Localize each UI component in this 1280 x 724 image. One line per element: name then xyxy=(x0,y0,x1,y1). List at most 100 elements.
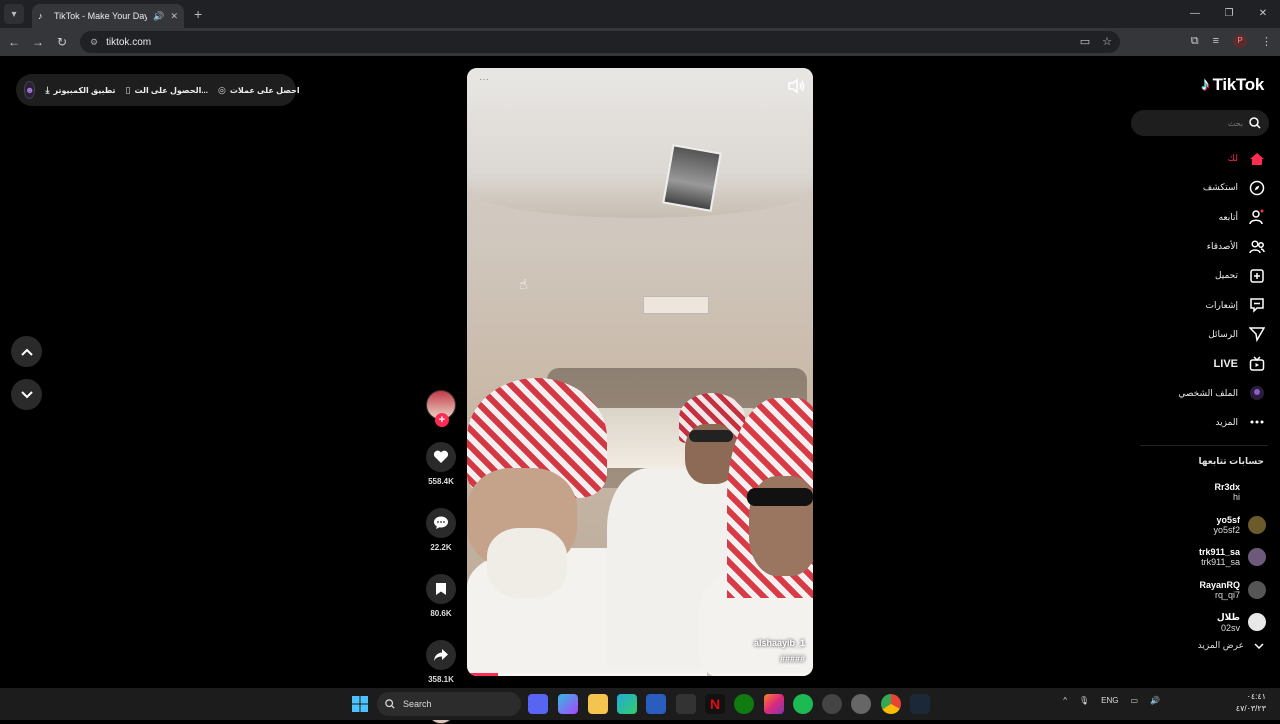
reload-button[interactable]: ↻ xyxy=(50,35,74,49)
media-controls-icon[interactable]: ≡ xyxy=(1213,35,1219,47)
restore-button[interactable]: ❐ xyxy=(1212,0,1246,28)
steam-icon[interactable] xyxy=(910,694,930,714)
video-author[interactable]: alshaayib_1 xyxy=(754,638,805,648)
forward-button[interactable]: → xyxy=(26,35,50,49)
avatar xyxy=(1248,548,1266,567)
new-tab-button[interactable]: + xyxy=(194,6,202,22)
system-tray: ^ 🎙 ENG ▭ 🔊 xyxy=(1063,696,1160,705)
top-actions-bar: ☻ ⤓ تطبيق الكمبيوتر ▯ الحصول على الت... … xyxy=(16,74,300,106)
list-item[interactable]: trk911_sa trk911_sa xyxy=(1140,541,1266,574)
sidebar-item-messages[interactable]: الرسائل xyxy=(1140,320,1266,349)
app-round-icon[interactable] xyxy=(822,694,842,714)
sidebar-item-following[interactable]: أتابعه xyxy=(1140,203,1266,232)
sidebar-item-profile[interactable]: الملف الشخصي xyxy=(1140,378,1266,407)
tiktok-page: ☻ ⤓ تطبيق الكمبيوتر ▯ الحصول على الت... … xyxy=(0,56,1280,724)
video-player[interactable]: ··· ☝ alshaayib_1 ##### xyxy=(467,68,813,676)
network-icon[interactable]: ▭ xyxy=(1130,696,1138,705)
sidebar-item-friends[interactable]: الأصدقاء xyxy=(1140,232,1266,261)
copilot-icon[interactable] xyxy=(558,694,578,714)
sidebar-item-more[interactable]: المزيد xyxy=(1140,408,1266,437)
store-icon[interactable] xyxy=(646,694,666,714)
file-explorer-icon[interactable] xyxy=(588,694,608,714)
edge-icon[interactable] xyxy=(617,694,637,714)
sidebar-item-notifications[interactable]: إشعارات xyxy=(1140,290,1266,319)
get-coins-button[interactable]: ◎ احصل على عملات xyxy=(218,85,300,96)
kebab-menu-icon[interactable]: ⋮ xyxy=(1261,35,1272,48)
user-avatar[interactable]: ☻ xyxy=(24,81,36,99)
back-button[interactable]: ← xyxy=(2,35,26,49)
tab-search-button[interactable]: ▾ xyxy=(4,4,24,24)
settings-icon[interactable] xyxy=(851,694,871,714)
next-video-button[interactable] xyxy=(11,379,42,410)
video-more-icon[interactable]: ··· xyxy=(479,74,489,85)
get-app-button[interactable]: ▯ الحصول على الت... xyxy=(126,85,208,96)
site-info-icon[interactable]: ⚙ xyxy=(90,37,98,48)
address-bar[interactable]: ⚙ tiktok.com ▭ ☆ xyxy=(80,31,1120,53)
volume-icon[interactable] xyxy=(787,78,805,94)
compass-icon xyxy=(1249,180,1265,196)
previous-video-button[interactable] xyxy=(11,336,42,367)
app-green-icon[interactable] xyxy=(793,694,813,714)
sidebar-item-explore[interactable]: استكشف xyxy=(1140,173,1266,202)
coin-icon: ◎ xyxy=(218,84,226,95)
video-person xyxy=(689,430,733,442)
cast-icon[interactable]: ▭ xyxy=(1080,35,1090,48)
list-item[interactable]: yo5sf yo5sf2 xyxy=(1140,509,1266,542)
clock-time: ٠٤:٤١ xyxy=(1246,692,1266,701)
tiktok-logo[interactable]: ♪ TikTok xyxy=(1201,74,1264,95)
window-controls: — ❐ ✕ xyxy=(1178,0,1280,28)
video-person xyxy=(747,488,813,506)
sidebar-item-live[interactable]: LIVE xyxy=(1140,349,1266,378)
follow-plus-icon[interactable]: + xyxy=(435,413,449,427)
discord-icon[interactable] xyxy=(528,694,548,714)
toolbar-right: ⧉ ≡ P ⋮ xyxy=(1191,34,1272,48)
sidebar-item-for-you[interactable]: لك xyxy=(1140,144,1266,173)
extensions-icon[interactable]: ⧉ xyxy=(1191,35,1199,48)
volume-icon[interactable]: 🔊 xyxy=(1150,696,1160,705)
creator-avatar[interactable]: + xyxy=(426,390,456,427)
tab-audio-icon[interactable]: 🔊 xyxy=(153,11,164,22)
chevron-up-icon[interactable]: ^ xyxy=(1063,696,1067,705)
comment-button[interactable] xyxy=(426,508,456,538)
video-caption[interactable]: ##### xyxy=(780,654,805,664)
browser-toolbar: ← → ↻ ⚙ tiktok.com ▭ ☆ ⧉ ≡ P ⋮ xyxy=(0,28,1280,56)
minimize-button[interactable]: — xyxy=(1178,0,1212,28)
list-item[interactable]: Rr3dx hi xyxy=(1140,476,1266,509)
browser-tab-bar: ▾ ♪ TikTok - Make Your Day 🔊 ✕ + — ❐ ✕ xyxy=(0,0,1280,28)
save-button[interactable] xyxy=(426,574,456,604)
profile-avatar[interactable]: P xyxy=(1233,34,1247,48)
windows-start-icon[interactable] xyxy=(352,696,368,712)
taskbar-clock[interactable]: ٠٤:٤١ ٤٧/٠٣/٢٣ xyxy=(1236,691,1266,715)
like-button[interactable] xyxy=(426,442,456,472)
instagram-icon[interactable] xyxy=(764,694,784,714)
avatar xyxy=(1248,580,1266,599)
share-count: 358.1K xyxy=(428,675,454,684)
search-icon xyxy=(385,699,395,709)
list-item[interactable]: طلال 02sv xyxy=(1140,606,1266,639)
xbox-icon[interactable] xyxy=(734,694,754,714)
list-item[interactable]: RayanRQ rq_qi7 xyxy=(1140,574,1266,607)
live-icon xyxy=(1249,356,1265,371)
search-input[interactable]: بحث xyxy=(1131,110,1269,136)
netflix-icon[interactable]: N xyxy=(705,694,725,714)
see-more-button[interactable]: عرض المزيد xyxy=(1198,640,1264,651)
language-indicator[interactable]: ENG xyxy=(1101,696,1118,705)
close-window-button[interactable]: ✕ xyxy=(1246,0,1280,28)
avatar xyxy=(1248,613,1266,632)
tab-close-icon[interactable]: ✕ xyxy=(170,11,178,22)
sidebar-item-upload[interactable]: تحميل xyxy=(1140,261,1266,290)
bookmark-star-icon[interactable]: ☆ xyxy=(1102,35,1112,48)
microphone-icon[interactable]: 🎙 xyxy=(1079,696,1089,705)
chrome-icon[interactable] xyxy=(881,694,901,714)
desktop-app-button[interactable]: ⤓ تطبيق الكمبيوتر xyxy=(45,85,115,96)
share-button[interactable] xyxy=(426,640,456,670)
chevron-down-icon xyxy=(1254,642,1264,649)
hand-cursor-icon: ☝ xyxy=(519,276,528,292)
chevron-down-icon: ▾ xyxy=(11,8,17,20)
taskbar-search[interactable]: Search xyxy=(377,692,521,716)
app-icon[interactable] xyxy=(676,694,696,714)
browser-tab[interactable]: ♪ TikTok - Make Your Day 🔊 ✕ xyxy=(32,4,184,28)
bookmark-icon xyxy=(436,583,446,595)
video-progress-bar[interactable] xyxy=(467,673,813,676)
following-icon xyxy=(1249,209,1264,225)
